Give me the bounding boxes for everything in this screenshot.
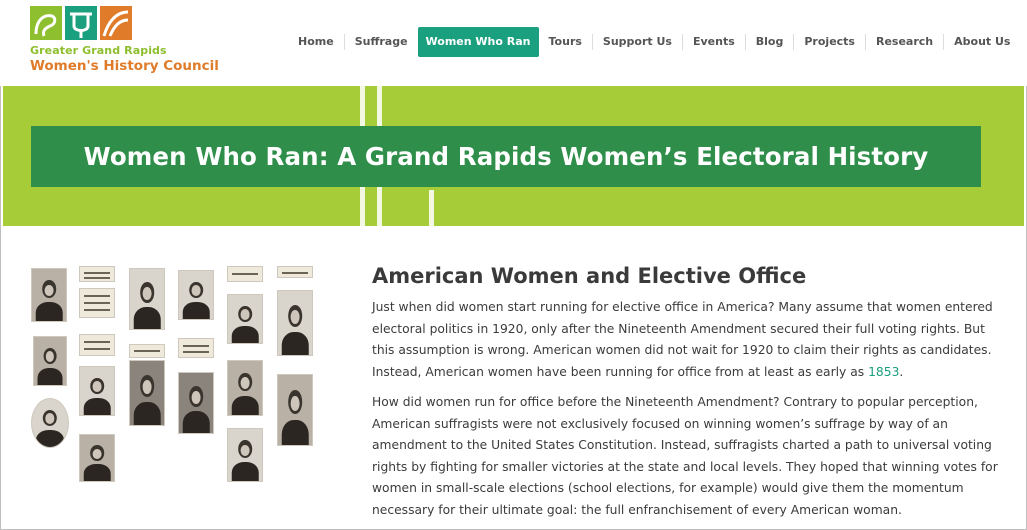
page-title: Women Who Ran: A Grand Rapids Women’s El…: [83, 142, 929, 171]
intro-paragraph: Just when did women start running for el…: [372, 297, 1008, 383]
newspaper-clipping[interactable]: [129, 344, 165, 358]
main-navigation: Home Suffrage Women Who Ran Tours Suppor…: [288, 27, 1027, 57]
newspaper-clipping[interactable]: [277, 266, 313, 278]
nav-item-about-us[interactable]: About Us: [943, 34, 1020, 50]
nav-item-research[interactable]: Research: [864, 34, 943, 50]
logo-text-line2: Women's History Council: [30, 58, 219, 74]
nav-item-tours[interactable]: Tours: [539, 34, 592, 50]
nav-item-suffrage[interactable]: Suffrage: [343, 34, 418, 50]
nav-item-projects[interactable]: Projects: [793, 34, 865, 50]
portrait-photo[interactable]: [79, 366, 115, 416]
nav-item-support-us[interactable]: Support Us: [591, 34, 682, 50]
newspaper-clipping[interactable]: [79, 266, 115, 282]
portrait-photo[interactable]: [31, 268, 67, 322]
site-logo[interactable]: Greater Grand Rapids Women's History Cou…: [30, 6, 240, 78]
portrait-photo[interactable]: [227, 360, 263, 416]
intro-text-end: .: [899, 364, 904, 379]
nav-item-women-who-ran[interactable]: Women Who Ran: [417, 27, 539, 57]
portrait-photo[interactable]: [129, 360, 165, 426]
site-header: Greater Grand Rapids Women's History Cou…: [0, 0, 1027, 86]
logo-icons: [30, 6, 132, 40]
portrait-photo[interactable]: [31, 398, 69, 448]
newspaper-clipping[interactable]: [178, 338, 214, 358]
year-1853-link[interactable]: 1853: [868, 365, 899, 379]
body-paragraph: How did women run for office before the …: [372, 395, 998, 517]
newspaper-clipping[interactable]: [79, 288, 115, 318]
nav-item-events[interactable]: Events: [681, 34, 745, 50]
newspaper-clipping[interactable]: [227, 266, 263, 282]
nav-item-blog[interactable]: Blog: [744, 34, 794, 50]
logo-text-line1: Greater Grand Rapids: [30, 44, 167, 57]
portrait-photo[interactable]: [79, 434, 115, 482]
portrait-photo[interactable]: [178, 270, 214, 320]
portrait-photo[interactable]: [227, 294, 263, 344]
nav-item-home[interactable]: Home: [288, 34, 344, 50]
portrait-photo[interactable]: [33, 336, 67, 386]
portrait-photo[interactable]: [277, 374, 313, 446]
newspaper-clipping[interactable]: [79, 334, 115, 356]
main-content: American Women and Elective Office Just …: [372, 264, 1008, 530]
portrait-photo[interactable]: [227, 428, 263, 482]
search-icon[interactable]: [1020, 34, 1027, 50]
portrait-photo[interactable]: [129, 268, 165, 330]
portrait-photo[interactable]: [178, 372, 214, 434]
section-heading: American Women and Elective Office: [372, 264, 807, 288]
banner-title-box: Women Who Ran: A Grand Rapids Women’s El…: [31, 126, 981, 187]
banner-stripe: [429, 190, 434, 226]
candidate-photo-collage: [28, 262, 320, 492]
portrait-photo[interactable]: [277, 290, 313, 356]
hero-banner: Women Who Ran: A Grand Rapids Women’s El…: [3, 86, 1024, 226]
